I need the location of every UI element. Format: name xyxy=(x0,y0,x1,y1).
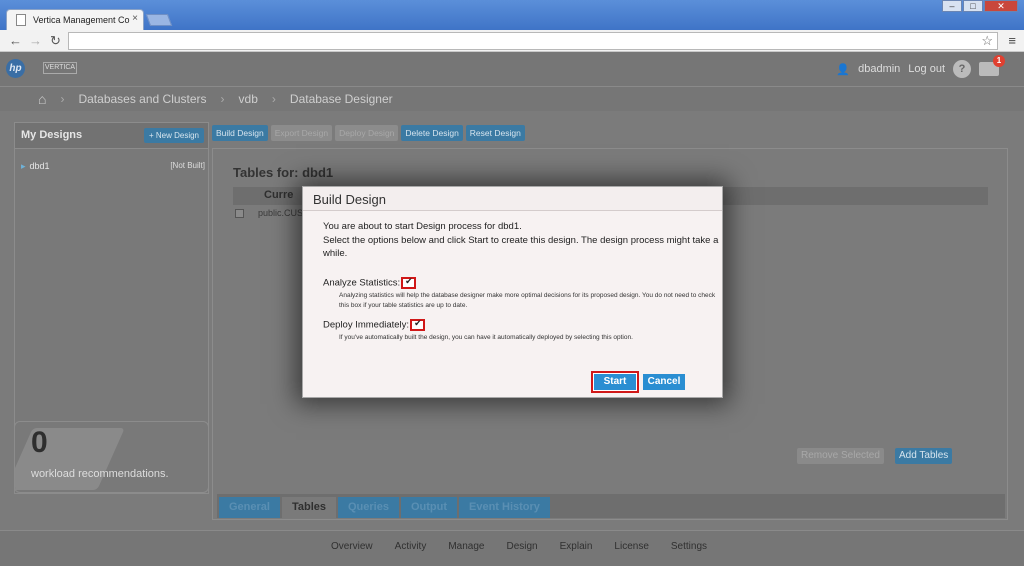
footer-overview[interactable]: Overview xyxy=(331,541,373,566)
browser-toolbar: ← → ↻ ☆ ≡ xyxy=(0,30,1024,52)
browser-titlebar: Vertica Management Co × ‒ □ ✕ xyxy=(0,0,1024,30)
notification-badge: 1 xyxy=(993,55,1005,67)
analyze-statistics-help: Analyzing statistics will help the datab… xyxy=(339,292,716,309)
chevron-right-icon: › xyxy=(220,92,225,106)
delete-design-button[interactable]: Delete Design xyxy=(401,125,463,141)
remove-selected-button[interactable]: Remove Selected xyxy=(797,448,884,464)
workload-widget: 0 workload recommendations. xyxy=(14,421,209,493)
chevron-right-icon: › xyxy=(60,92,65,106)
deploy-immediately-help: If you've automatically built the design… xyxy=(339,334,633,341)
footer-manage[interactable]: Manage xyxy=(448,541,484,566)
dialog-intro-line1: You are about to start Design process fo… xyxy=(323,221,522,232)
reset-design-button[interactable]: Reset Design xyxy=(465,125,525,141)
tab-title: Vertica Management Co xyxy=(33,15,130,25)
row-checkbox[interactable] xyxy=(235,209,244,219)
tab-close-icon[interactable]: × xyxy=(132,13,138,24)
breadcrumb-designer: Database Designer xyxy=(289,92,393,106)
workload-label: workload recommendations. xyxy=(31,468,169,480)
tab-queries[interactable]: Queries xyxy=(338,497,399,518)
address-bar[interactable]: ☆ xyxy=(68,32,998,50)
footer-license[interactable]: License xyxy=(614,541,648,566)
back-icon[interactable]: ← xyxy=(9,33,22,48)
forward-icon[interactable]: → xyxy=(29,33,42,48)
design-action-bar: Build Design Export Design Deploy Design… xyxy=(212,125,525,141)
build-design-dialog: Build Design You are about to start Desi… xyxy=(302,186,723,398)
reload-icon[interactable]: ↻ xyxy=(50,33,61,49)
deploy-immediately-option: Deploy Immediately: xyxy=(323,318,426,331)
app-header: hp VERTICA 👤 dbadmin Log out ? 1 xyxy=(0,52,1024,86)
analyze-statistics-label: Analyze Statistics: xyxy=(323,277,401,289)
design-name: dbd1 xyxy=(29,161,50,171)
tables-title: Tables for: dbd1 xyxy=(233,165,334,180)
breadcrumb-vdb[interactable]: vdb xyxy=(239,92,258,106)
chevron-right-icon: › xyxy=(271,92,276,106)
user-area: 👤 dbadmin Log out ? 1 xyxy=(836,55,1005,78)
close-window-button[interactable]: ✕ xyxy=(984,0,1018,12)
hp-logo: hp xyxy=(6,59,25,78)
cancel-button[interactable]: Cancel xyxy=(643,374,685,390)
workload-count: 0 xyxy=(31,426,48,459)
bookmark-star-icon[interactable]: ☆ xyxy=(981,33,993,49)
deploy-immediately-label: Deploy Immediately: xyxy=(323,319,410,331)
vertica-logo: VERTICA xyxy=(43,62,77,74)
designer-tabs: General Tables Queries Output Event Hist… xyxy=(217,494,1005,518)
design-status: [Not Built] xyxy=(170,161,205,170)
add-tables-button[interactable]: Add Tables xyxy=(895,448,953,464)
tab-tables[interactable]: Tables xyxy=(281,497,336,518)
design-item[interactable]: ▸ dbd1 [Not Built] xyxy=(21,161,205,172)
page-icon xyxy=(16,14,26,26)
logout-link[interactable]: Log out xyxy=(908,63,945,75)
dialog-title: Build Design xyxy=(303,187,722,211)
start-button-label: Start xyxy=(594,374,636,390)
tab-event-history[interactable]: Event History xyxy=(459,497,550,518)
browser-tab[interactable]: Vertica Management Co × xyxy=(6,9,144,30)
export-design-button[interactable]: Export Design xyxy=(270,125,333,141)
analyze-statistics-option: Analyze Statistics: xyxy=(323,276,417,289)
breadcrumb: ⌂ › Databases and Clusters › vdb › Datab… xyxy=(0,86,1024,111)
deploy-immediately-checkbox[interactable] xyxy=(410,318,426,331)
mail-icon[interactable]: 1 xyxy=(979,55,1005,76)
dialog-intro-line2: Select the options below and click Start… xyxy=(323,234,719,260)
breadcrumb-databases[interactable]: Databases and Clusters xyxy=(78,92,206,106)
home-icon[interactable]: ⌂ xyxy=(38,91,46,107)
footer-nav: Overview Activity Manage Design Explain … xyxy=(0,530,1024,566)
tab-general[interactable]: General xyxy=(219,497,280,518)
new-tab-button[interactable] xyxy=(145,14,173,26)
tab-output[interactable]: Output xyxy=(400,497,458,518)
user-icon: 👤 xyxy=(836,63,851,76)
minimize-button[interactable]: ‒ xyxy=(942,0,962,12)
table-row: public.CUS xyxy=(235,208,304,219)
expand-arrow-icon: ▸ xyxy=(21,161,26,171)
dialog-body: You are about to start Design process fo… xyxy=(303,211,722,261)
table-name: public.CUS xyxy=(258,208,304,218)
deploy-design-button[interactable]: Deploy Design xyxy=(335,125,399,141)
footer-design[interactable]: Design xyxy=(506,541,537,566)
footer-settings[interactable]: Settings xyxy=(671,541,707,566)
footer-explain[interactable]: Explain xyxy=(560,541,593,566)
analyze-statistics-checkbox[interactable] xyxy=(401,276,417,289)
maximize-button[interactable]: □ xyxy=(963,0,983,12)
username: dbadmin xyxy=(858,63,901,75)
new-design-button[interactable]: + New Design xyxy=(143,128,204,143)
window-controls: ‒ □ ✕ xyxy=(941,0,1018,12)
browser-menu-icon[interactable]: ≡ xyxy=(1008,33,1016,48)
build-design-button[interactable]: Build Design xyxy=(212,125,268,141)
start-button[interactable]: Start xyxy=(591,371,639,393)
help-icon[interactable]: ? xyxy=(953,60,971,78)
footer-activity[interactable]: Activity xyxy=(395,541,427,566)
